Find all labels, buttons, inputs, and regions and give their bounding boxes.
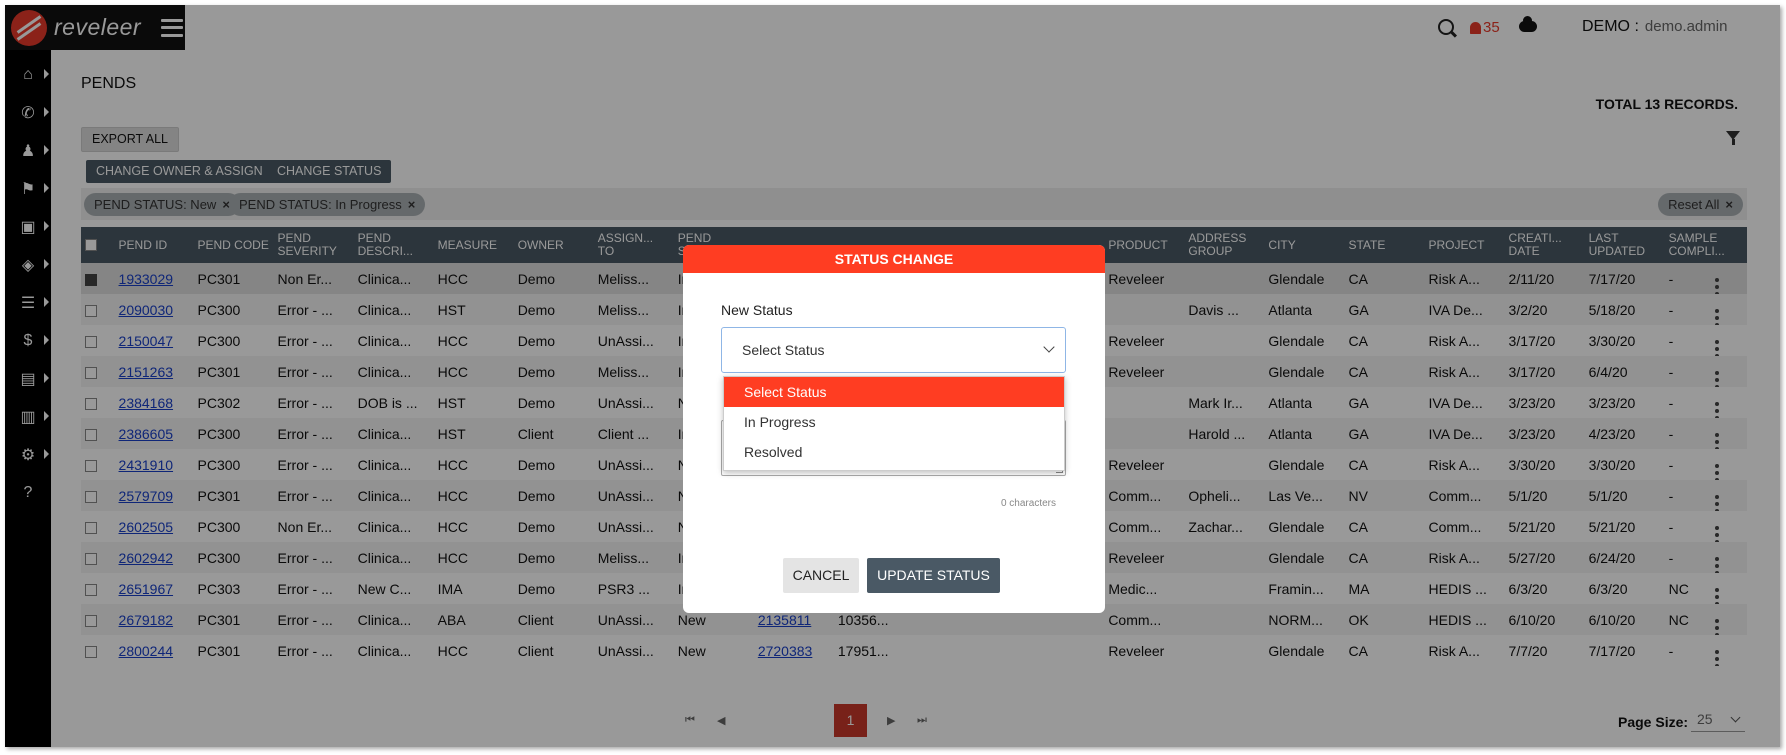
cancel-button[interactable]: CANCEL [783,558,859,593]
status-option[interactable]: Select Status [724,377,1064,407]
new-status-select[interactable]: Select Status [721,327,1066,373]
update-status-button[interactable]: UPDATE STATUS [867,558,1000,593]
status-change-dialog: STATUS CHANGE New Status Select Status 0… [683,245,1105,613]
status-option[interactable]: Resolved [724,437,1064,467]
chevron-down-icon [1043,341,1055,353]
app-window: reveleer 35 DEMO : demo.admin ⌂ ✆ ♟ ⚑ ▣ ◈… [5,5,1780,747]
dialog-title: STATUS CHANGE [683,245,1105,273]
character-count: 0 characters [1000,498,1056,509]
status-dropdown-list: Select Status In Progress Resolved [723,376,1065,471]
new-status-label: New Status [721,302,793,318]
select-value: Select Status [742,342,825,358]
status-option[interactable]: In Progress [724,407,1064,437]
